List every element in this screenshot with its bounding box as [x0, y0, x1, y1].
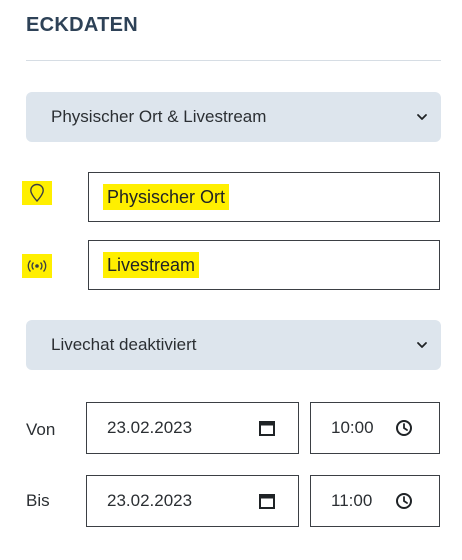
clock-icon[interactable]	[395, 419, 413, 437]
livechat-select[interactable]: Livechat deaktiviert	[26, 320, 441, 370]
map-pin-icon	[22, 181, 52, 205]
broadcast-icon	[22, 254, 52, 278]
location-type-value: Physischer Ort & Livestream	[51, 107, 267, 126]
from-label: Von	[26, 420, 56, 439]
physical-location-value: Physischer Ort	[103, 184, 230, 210]
from-date-value: 23.02.2023	[107, 418, 193, 437]
to-date-value: 23.02.2023	[107, 491, 193, 510]
from-time-input[interactable]: 10:00	[310, 402, 440, 454]
clock-icon[interactable]	[395, 492, 413, 510]
to-label: Bis	[26, 491, 50, 510]
livestream-field[interactable]: Livestream	[88, 240, 440, 290]
to-date-input[interactable]: 23.02.2023	[86, 475, 299, 527]
section-title: ECKDATEN	[26, 14, 139, 36]
from-date-input[interactable]: 23.02.2023	[86, 402, 299, 454]
physical-location-field[interactable]: Physischer Ort	[88, 172, 440, 222]
to-time-value: 11:00	[331, 491, 373, 510]
divider	[26, 60, 441, 61]
livechat-value: Livechat deaktiviert	[51, 335, 197, 354]
calendar-icon[interactable]	[258, 492, 276, 510]
location-type-select[interactable]: Physischer Ort & Livestream	[26, 92, 441, 142]
chevron-down-icon	[417, 342, 427, 348]
chevron-down-icon	[417, 114, 427, 120]
livestream-value: Livestream	[103, 252, 200, 278]
to-time-input[interactable]: 11:00	[310, 475, 440, 527]
from-time-value: 10:00	[331, 418, 374, 437]
calendar-icon[interactable]	[258, 419, 276, 437]
